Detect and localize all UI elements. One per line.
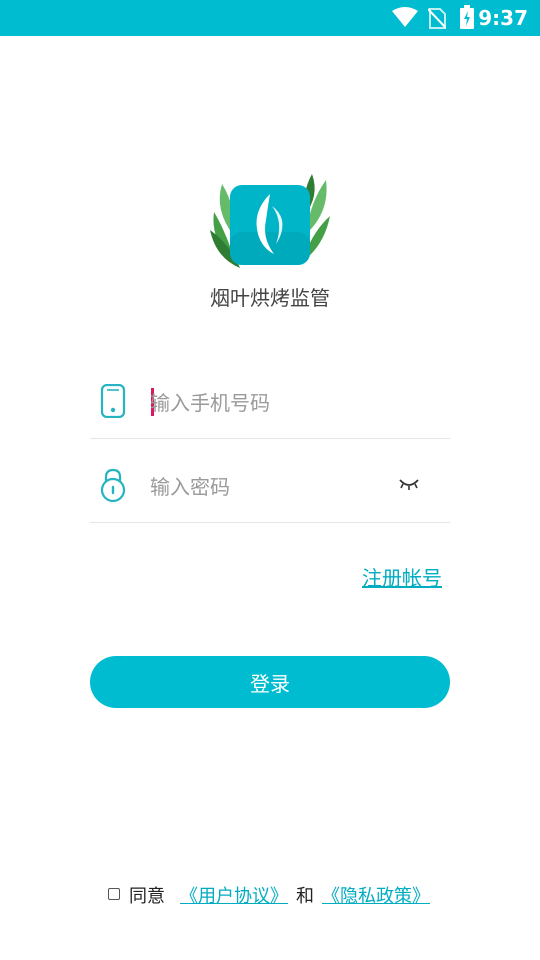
lock-icon [100, 468, 126, 502]
eye-closed-icon[interactable] [398, 476, 420, 492]
phone-icon [100, 384, 126, 418]
user-agreement-link[interactable]: 《用户协议》 [180, 882, 288, 908]
app-title: 烟叶烘烤监管 [210, 286, 330, 310]
phone-input[interactable] [150, 388, 390, 418]
leaf-flame-logo [210, 174, 330, 268]
agreement-row: 同意 《用户协议》 和 《隐私政策》 [0, 882, 540, 908]
agree-prefix: 同意 [129, 886, 165, 907]
agree-and: 和 [296, 886, 314, 907]
login-button[interactable]: 登录 [90, 656, 450, 708]
wifi-icon [392, 7, 418, 27]
app-logo [208, 172, 332, 270]
password-field-row [90, 438, 450, 523]
password-input[interactable] [150, 472, 390, 502]
status-time: 9:37 [478, 6, 528, 30]
no-sim-icon [428, 8, 446, 29]
privacy-policy-link[interactable]: 《隐私政策》 [322, 882, 430, 908]
register-link[interactable]: 注册帐号 [362, 562, 442, 591]
agree-checkbox[interactable] [108, 888, 120, 900]
battery-charging-icon [460, 5, 474, 29]
status-bar: 9:37 [0, 0, 540, 36]
phone-field-row [90, 354, 450, 439]
